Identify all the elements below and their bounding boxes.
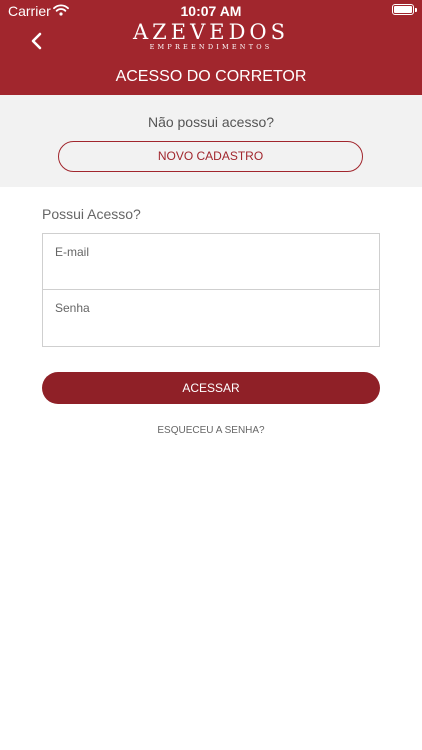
app-header: Carrier 10:07 AM AZEVEDOS EMPREENDIMENTO… [0,0,422,95]
status-bar: Carrier 10:07 AM [0,0,422,22]
logo-title: AZEVEDOS [132,20,290,44]
password-field[interactable]: Senha [42,290,380,347]
login-button[interactable]: ACESSAR [42,372,380,404]
brand-logo: AZEVEDOS EMPREENDIMENTOS [0,20,422,51]
page-title: ACESSO DO CORRETOR [115,68,307,85]
has-access-prompt: Possui Acesso? [42,206,141,222]
new-registration-button[interactable]: NOVO CADASTRO [58,141,363,172]
logo-subtitle: EMPREENDIMENTOS [149,43,273,51]
email-field-label: E-mail [55,245,90,259]
forgot-password-link[interactable]: ESQUECEU A SENHA? [0,425,422,436]
register-section: Não possui acesso? NOVO CADASTRO [0,95,422,187]
status-time: 10:07 AM [180,3,242,19]
battery-icon [392,4,417,15]
no-access-prompt: Não possui acesso? [147,114,275,130]
password-field-label: Senha [55,301,90,315]
email-field[interactable]: E-mail [42,233,380,290]
